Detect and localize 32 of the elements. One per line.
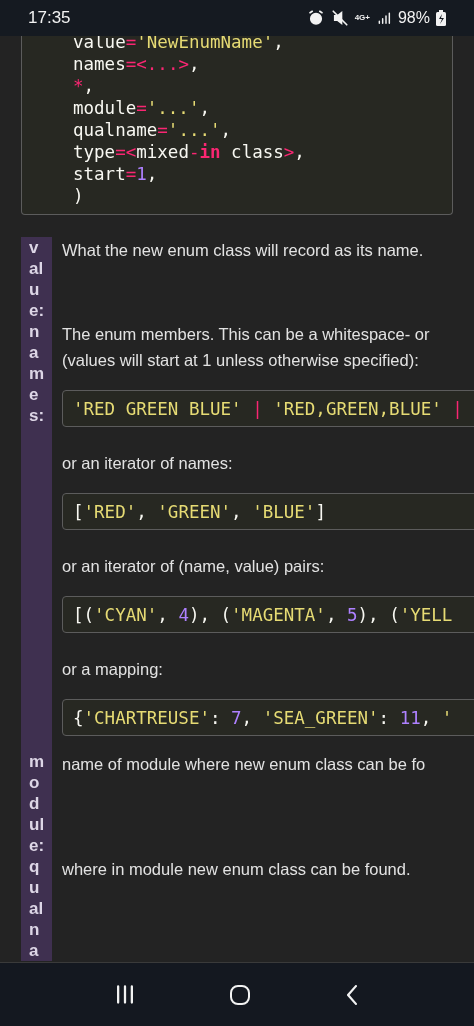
code-line: start=1, [73,163,159,185]
code-snippet: ['RED', 'GREEN', 'BLUE'] [62,493,474,530]
recent-apps-icon [117,985,134,1004]
code-line: qualname='...', [73,119,233,141]
description-text: or a mapping: [62,659,164,680]
alarm-icon [306,9,325,27]
description-text: where in module new enum class can be found. [62,859,412,880]
status-time: 17:35 [28,8,71,28]
code-snippet: 'RED GREEN BLUE' | 'RED,GREEN,BLUE' | [62,390,474,427]
field-term: value: [21,237,52,321]
battery-icon [436,10,446,26]
code-line: ) [73,185,85,207]
description-text: The enum members. This can be a whitespace- or (values will start at 1 unless otherwise specified): [62,324,431,371]
description-text: or an iterator of (name, value) pairs: [62,556,326,577]
back-icon [346,984,357,1005]
description-text: or an iterator of names: [62,453,234,474]
code-line: names=<...>, [73,53,201,75]
code-snippet: {'CHARTREUSE': 7, 'SEA_GREEN': 11, ' [62,699,474,736]
code-line: module='...', [73,97,211,119]
code-line: value='NewEnumName', [73,31,285,53]
description-text: name of module where new enum class can be fo [62,754,427,775]
description-text: What the new enum class will record as its name. [62,240,425,261]
home-icon [228,982,252,1007]
battery-level: 98% [397,9,430,27]
field-term: qualna [21,856,52,961]
code-snippet: [('CYAN', 4), ('MAGENTA', 5), ('YELL [62,596,474,633]
field-term: module: [21,751,52,856]
field-term: names: [21,321,52,751]
mute-icon [330,9,349,27]
network-type: 4G+ [354,14,370,22]
code-line: type=<mixed-in class>, [73,141,306,163]
code-line: *, [73,75,96,97]
